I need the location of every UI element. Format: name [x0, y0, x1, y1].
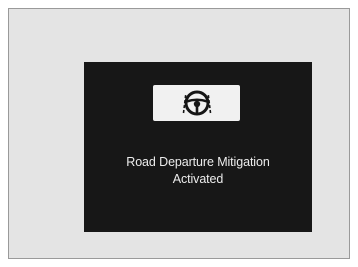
status-message: Road Departure Mitigation Activated	[84, 154, 312, 188]
message-line-2: Activated	[172, 172, 224, 186]
figure-frame: Road Departure Mitigation Activated	[8, 8, 350, 259]
instrument-display: Road Departure Mitigation Activated	[84, 62, 312, 232]
message-line-1: Road Departure Mitigation	[126, 155, 270, 169]
road-departure-mitigation-icon	[182, 88, 212, 118]
icon-badge	[153, 85, 240, 121]
